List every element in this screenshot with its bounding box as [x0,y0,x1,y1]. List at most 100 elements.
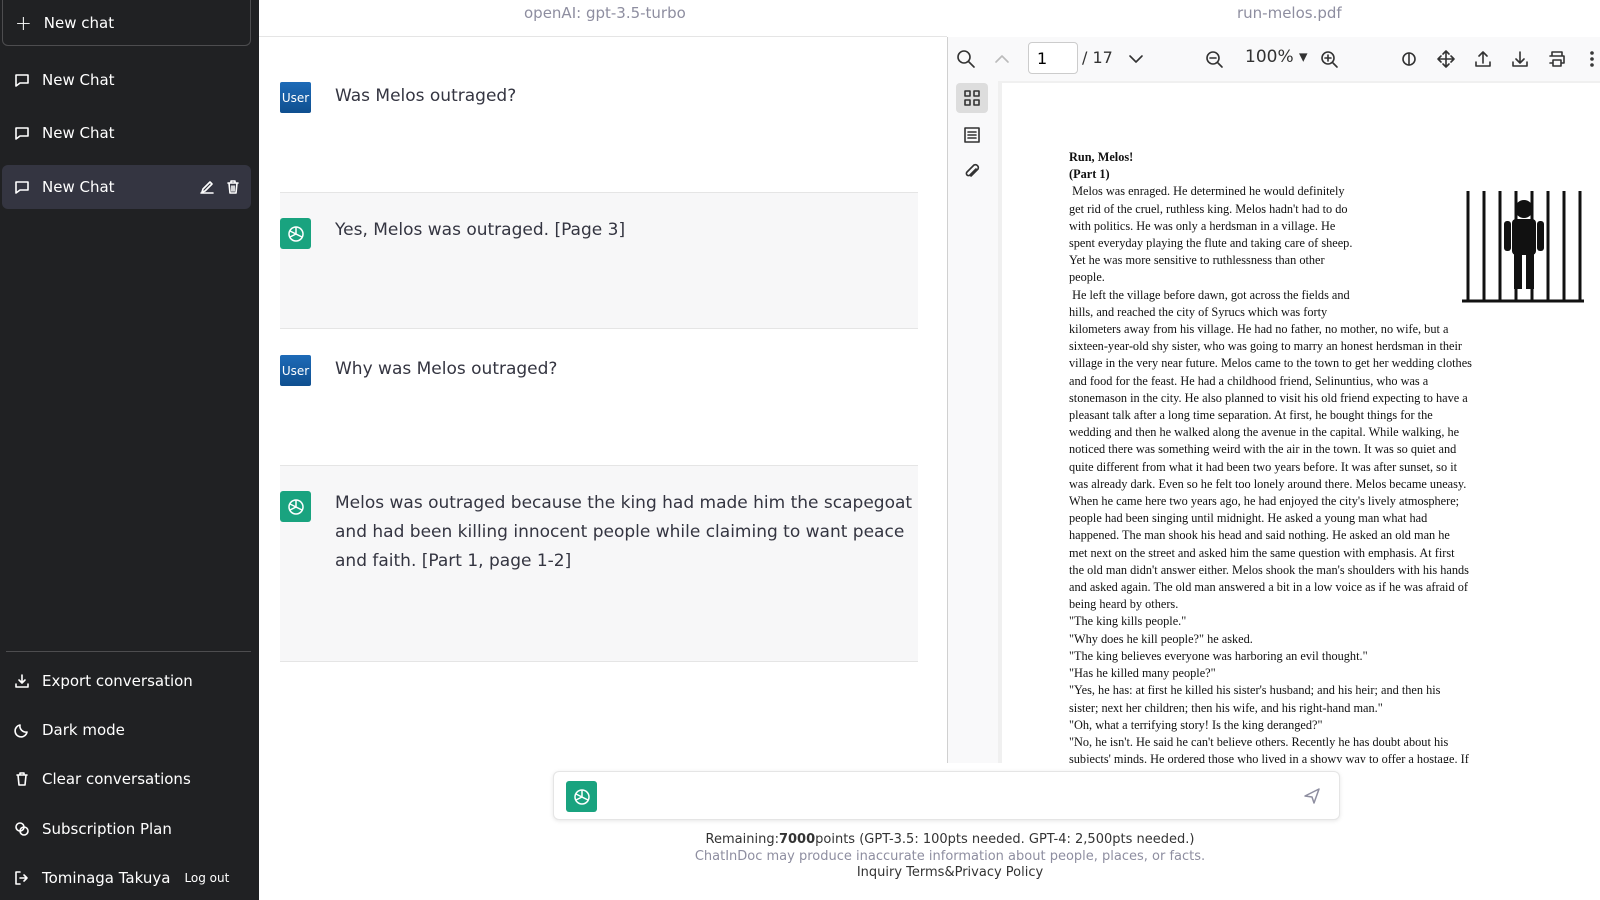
pdf-viewer: / 17 100% ▾ [947,37,1600,763]
pdf-line: "Yes, he has: at first he killed his sis… [1069,683,1441,698]
pdf-line: spent everyday playing the flute and tak… [1069,236,1353,251]
pdf-line: "Why does he kill people?" he asked. [1069,631,1253,646]
pdf-line: "Has he killed many people?" [1069,666,1216,681]
export-conversation-button[interactable]: Export conversation [2,661,251,701]
user-row: Tominaga Takuya Log out [2,858,251,898]
openai-logo-icon [280,491,311,522]
pdf-line: with politics. He was only a herdsman in… [1069,218,1336,233]
search-icon[interactable] [956,49,976,69]
new-chat-button[interactable]: + New chat [2,0,251,46]
pdf-line: wedding and then he walked along the ave… [1069,425,1460,440]
sidebar-chat-item[interactable]: New Chat [2,58,251,102]
plus-icon: + [15,10,32,35]
assistant-message: Melos was outraged because the king had … [280,465,918,662]
chat-item-label: New Chat [42,71,115,89]
user-name: Tominaga Takuya [42,869,171,887]
pdf-line: kilometers away from his village. He had… [1069,322,1449,337]
pdf-title-text: Run, Melos! [1069,150,1134,164]
theme-icon[interactable] [1399,49,1419,69]
pdf-line: people. [1069,270,1105,285]
chat-bubble-icon [15,74,29,87]
pdf-line: Melos was enraged. He determined he woul… [1069,184,1345,199]
zoom-out-icon[interactable] [1204,49,1224,69]
pdf-line: village in the very near future. Melos c… [1069,356,1472,371]
user-avatar: User [280,82,311,113]
pdf-part-text: (Part 1) [1069,167,1110,182]
pdf-line: and food for the feast. He had a childho… [1069,373,1429,388]
inquiry-link[interactable]: Inquiry [857,865,902,880]
trash-icon[interactable] [225,179,241,195]
message-text: Melos was outraged because the king had … [335,493,913,571]
upload-icon[interactable] [1473,49,1493,69]
pdf-line: and asked again. The old man answered a … [1069,580,1468,595]
pdf-line: sixteen-year-old shy sister, who was goi… [1069,339,1463,354]
pdf-line: get rid of the cruel, ruthless king. Mel… [1069,201,1348,216]
message-text: Why was Melos outraged? [335,359,558,379]
chat-item-label: New Chat [42,124,115,142]
move-icon[interactable] [1436,49,1456,69]
sidebar-chat-item-active[interactable]: New Chat [2,165,251,209]
outline-icon [964,127,980,143]
download-icon[interactable] [1510,49,1530,69]
pdf-line: pleasant talk after a long time separati… [1069,408,1433,423]
pdf-line: "No, he isn't. He said he can't believe … [1069,734,1449,749]
message-text: Yes, Melos was outraged. [Page 3] [335,220,626,240]
paperclip-icon [965,163,980,177]
clear-conversations-button[interactable]: Clear conversations [2,759,251,799]
user-avatar: User [280,355,311,386]
pdf-line: He left the village before dawn, got acr… [1069,287,1350,302]
pdf-line: "The king kills people." [1069,614,1187,629]
page-total: / 17 [1082,48,1113,67]
export-label: Export conversation [42,672,193,690]
terms-link[interactable]: Terms&Privacy Policy [906,865,1043,880]
openai-logo-icon [566,781,597,812]
pdf-line: being heard by others. [1069,597,1179,612]
user-message: User Why was Melos outraged? [280,355,918,455]
outline-button[interactable] [956,120,988,150]
remaining-points: Remaining:7000points (GPT-3.5: 100pts ne… [705,832,1195,847]
zoom-in-icon[interactable] [1319,49,1339,69]
chat-item-label: New Chat [42,178,115,196]
download-icon [15,674,29,688]
dark-mode-button[interactable]: Dark mode [2,710,251,750]
sidebar-divider [6,651,251,652]
logout-icon [15,871,28,885]
openai-logo-icon [280,218,311,249]
pdf-line: When he came here two years ago, he had … [1069,494,1460,509]
chevron-down-icon[interactable] [1126,49,1146,69]
page-number-input[interactable] [1028,42,1078,74]
grid-icon [964,90,980,106]
edit-icon[interactable] [199,179,215,195]
print-icon[interactable] [1547,49,1567,69]
more-icon[interactable] [1582,49,1600,69]
model-title: openAI: gpt-3.5-turbo [524,4,686,22]
chevron-up-icon[interactable] [992,49,1012,69]
message-text: Was Melos outraged? [335,86,517,106]
pdf-line: quite different from what it had been tw… [1069,459,1458,474]
chat-bubble-icon [15,127,29,140]
pdf-toolbar: / 17 100% ▾ [948,37,1600,81]
pdf-sidebar [948,81,998,763]
pdf-line: noticed there was something weird with t… [1069,442,1457,457]
pdf-line: sister; next her children; then his wife… [1069,700,1383,715]
dark-mode-label: Dark mode [42,721,125,739]
send-icon[interactable] [1303,787,1321,805]
pdf-line: "Oh, what a terrifying story! Is the kin… [1069,717,1323,732]
pdf-line: Yet he was more sensitive to ruthlessnes… [1069,253,1325,268]
pdf-line: subjects' minds. He ordered those who li… [1069,752,1469,763]
chat-input[interactable] [614,782,1254,810]
footer-links: Inquiry Terms&Privacy Policy [600,865,1300,880]
thumbnails-button[interactable] [956,83,988,113]
sidebar-chat-item[interactable]: New Chat [2,111,251,155]
pdf-line: the old man didn't answer either. Melos … [1069,562,1469,577]
logout-link[interactable]: Log out [184,871,229,885]
sidebar: + New chat New Chat New Chat New Chat Ex… [0,0,259,900]
disclaimer: ChatInDoc may produce inaccurate informa… [694,849,1206,864]
pdf-page: Run, Melos! (Part 1) Melos was enraged. … [1002,83,1600,763]
subscription-plan-button[interactable]: Subscription Plan [2,809,251,849]
clear-label: Clear conversations [42,770,191,788]
pdf-line: met next on the street and asked him the… [1069,545,1455,560]
zoom-select[interactable]: 100% ▾ [1245,47,1308,67]
trash-icon [16,772,28,786]
attachments-button[interactable] [956,157,988,187]
